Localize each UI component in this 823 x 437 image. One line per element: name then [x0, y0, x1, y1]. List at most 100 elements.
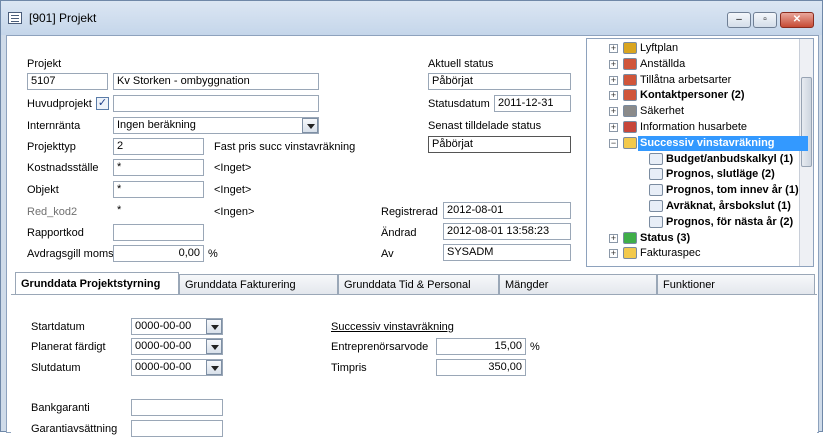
slutdatum-label: Slutdatum	[31, 362, 81, 374]
statusdatum-field[interactable]: 2011-12-31	[494, 95, 571, 112]
projekt-label: Projekt	[27, 58, 62, 70]
title-bar[interactable]: [901] Projekt – ▫ ✕	[1, 1, 822, 35]
garantiavsattning-label: Garantiavsättning	[31, 423, 118, 435]
rapportkod-field[interactable]	[113, 224, 204, 241]
document-icon	[649, 200, 663, 212]
objekt-description: <Inget>	[214, 184, 252, 196]
registrerad-label: Registrerad	[381, 206, 438, 218]
expand-icon[interactable]: +	[609, 123, 618, 132]
expand-icon[interactable]: +	[609, 233, 618, 243]
house-icon	[623, 121, 637, 133]
huvudprojekt-label: Huvudprojekt	[27, 98, 92, 110]
internranta-select[interactable]: Ingen beräkning	[113, 117, 319, 134]
tree-item[interactable]: Avräknat, årsbokslut (1)	[666, 199, 791, 214]
av-field[interactable]: SYSADM	[443, 244, 571, 261]
expand-icon[interactable]: +	[609, 59, 618, 69]
window-title: [901] Projekt	[29, 11, 97, 25]
senast-status-label: Senast tilldelade status	[428, 120, 542, 132]
objekt-field[interactable]: *	[113, 181, 204, 198]
garantiavsattning-field[interactable]	[131, 420, 223, 437]
tab-grunddata-projektstyrning[interactable]: Grunddata Projektstyrning	[15, 272, 179, 295]
expand-icon[interactable]: +	[609, 44, 618, 53]
aktuell-status-field[interactable]: Påbörjat	[428, 73, 571, 90]
tree-item[interactable]: Status (3)	[640, 231, 690, 246]
tab-mangder[interactable]: Mängder	[499, 274, 657, 294]
huvudprojekt-field[interactable]	[113, 95, 319, 112]
internranta-dropdown-icon[interactable]	[302, 118, 318, 133]
expand-icon[interactable]: +	[609, 91, 618, 101]
collapse-icon[interactable]: −	[609, 138, 618, 148]
tab-pane: Startdatum 0000-00-00 Planerat färdigt 0…	[11, 294, 817, 437]
folder-icon	[623, 247, 637, 260]
document-icon	[649, 152, 663, 165]
document-icon	[649, 168, 663, 181]
tree-item[interactable]: Prognos, tom innev år (1)	[666, 183, 799, 198]
huvudprojekt-checkbox[interactable]: ✓	[96, 97, 109, 110]
red-kod2-description: <Ingen>	[214, 206, 255, 218]
lock-icon	[623, 105, 637, 118]
objekt-label: Objekt	[27, 184, 59, 196]
tree-item[interactable]: Prognos, för nästa år (2)	[666, 215, 793, 230]
andrad-field[interactable]: 2012-08-01 13:58:23	[443, 223, 571, 240]
tree-item[interactable]: Säkerhet	[640, 104, 684, 119]
kostnadsstalle-field[interactable]: *	[113, 159, 204, 176]
person-icon	[623, 89, 637, 102]
timpris-field[interactable]: 350,00	[436, 359, 526, 376]
project-window: [901] Projekt – ▫ ✕ Projekt 5107 Kv Stor…	[0, 0, 823, 437]
tree-item[interactable]: Information husarbete	[640, 120, 747, 135]
tree-item[interactable]: Successiv vinstavräkning	[638, 135, 808, 151]
projekttyp-field[interactable]: 2	[113, 138, 204, 155]
registrerad-field[interactable]: 2012-08-01	[443, 202, 571, 219]
tree-item[interactable]: Fakturaspec	[640, 246, 701, 261]
minimize-button[interactable]: –	[727, 12, 751, 28]
maximize-button[interactable]: ▫	[753, 12, 777, 28]
av-label: Av	[381, 248, 394, 260]
moms-field[interactable]: 0,00	[113, 245, 204, 262]
folder-open-icon	[623, 136, 637, 149]
expand-icon[interactable]: +	[609, 249, 618, 259]
tree-item[interactable]: Lyftplan	[640, 41, 678, 56]
bankgaranti-field[interactable]	[131, 399, 223, 416]
close-button[interactable]: ✕	[780, 12, 814, 28]
tab-funktioner[interactable]: Funktioner	[657, 274, 815, 294]
entreprenorsarvode-unit: %	[530, 341, 540, 353]
planerat-dropdown-icon[interactable]	[206, 339, 222, 354]
moms-unit: %	[208, 248, 218, 260]
projekt-name-field[interactable]: Kv Storken - ombyggnation	[113, 73, 319, 90]
projekt-id-field[interactable]: 5107	[27, 73, 108, 90]
startdatum-dropdown-icon[interactable]	[206, 319, 222, 334]
expand-icon[interactable]: +	[609, 75, 618, 85]
entreprenorsarvode-field[interactable]: 15,00	[436, 338, 526, 355]
expand-icon[interactable]: +	[609, 107, 618, 117]
tree-item[interactable]: Kontaktpersoner (2)	[640, 88, 745, 103]
navigation-tree[interactable]: + Lyftplan + Anställda + Tillåtna arbetsarter…	[586, 38, 814, 267]
kostnadsstalle-description: <Inget>	[214, 162, 252, 174]
document-icon	[649, 215, 663, 228]
startdatum-label: Startdatum	[31, 321, 85, 333]
red-kod2-value: *	[117, 204, 122, 216]
projekttyp-label: Projekttyp	[27, 141, 76, 153]
document-icon	[649, 184, 663, 197]
window-menu-icon[interactable]	[8, 12, 22, 24]
statusdatum-label: Statusdatum	[428, 98, 490, 110]
tree-scrollbar[interactable]	[799, 39, 813, 266]
form-area: Projekt 5107 Kv Storken - ombyggnation H…	[6, 35, 819, 437]
tab-grunddata-fakturering[interactable]: Grunddata Fakturering	[179, 274, 338, 294]
moms-label: Avdragsgill moms	[27, 248, 114, 260]
andrad-label: Ändrad	[381, 227, 417, 239]
tree-item[interactable]: Anställda	[640, 57, 685, 72]
scrollbar-thumb[interactable]	[801, 77, 812, 167]
tab-grunddata-tid-personal[interactable]: Grunddata Tid & Personal	[338, 274, 499, 294]
planerat-label: Planerat färdigt	[31, 341, 106, 353]
tree-item[interactable]: Tillåtna arbetsarter	[640, 73, 731, 88]
successiv-heading: Successiv vinstavräkning	[331, 321, 454, 333]
rapportkod-label: Rapportkod	[27, 227, 84, 239]
senast-status-field[interactable]: Påbörjat	[428, 136, 571, 153]
tree-item[interactable]: Prognos, slutläge (2)	[666, 167, 775, 182]
slutdatum-dropdown-icon[interactable]	[206, 360, 222, 375]
kostnadsstalle-label: Kostnadsställe	[27, 162, 99, 174]
tree-item[interactable]: Budget/anbudskalkyl (1)	[666, 152, 793, 167]
person-icon	[623, 73, 637, 86]
tab-bar: Grunddata Projektstyrning Grunddata Fakt…	[11, 272, 817, 295]
bankgaranti-label: Bankgaranti	[31, 402, 90, 414]
